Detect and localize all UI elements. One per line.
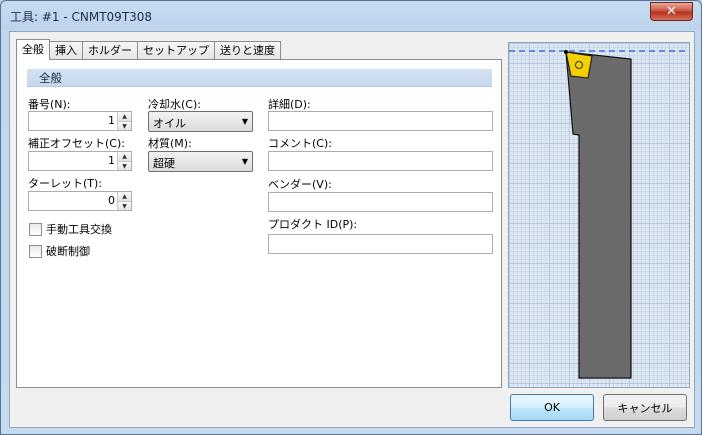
spin-down-icon[interactable]: ▼	[118, 161, 131, 170]
coolant-select[interactable]: オイル ▼	[148, 111, 253, 132]
coolant-value: オイル	[153, 117, 186, 130]
ok-button[interactable]: OK	[510, 394, 594, 421]
window-title: 工具: #1 - CNMT09T308	[10, 10, 153, 24]
material-select[interactable]: 超硬 ▼	[148, 151, 253, 172]
comp-offset-value: 1	[108, 154, 115, 167]
product-id-input[interactable]	[268, 234, 493, 254]
general-tab-panel: 全般 番号(N): 1 ▲ ▼ 補正オフセット(C): 1 ▲ ▼ ターレット(…	[16, 59, 502, 388]
material-label: 材質(M):	[148, 137, 192, 150]
detail-label: 詳細(D):	[268, 98, 311, 111]
material-value: 超硬	[153, 157, 175, 170]
tool-preview-drawing	[509, 50, 689, 379]
tab-feeds-speeds[interactable]: 送りと速度	[214, 41, 281, 60]
checkbox-icon[interactable]	[29, 222, 42, 236]
title-bar[interactable]: 工具: #1 - CNMT09T308 ✕	[1, 1, 701, 31]
manual-tool-change-label: 手動工具交換	[46, 223, 112, 236]
vendor-input[interactable]	[268, 192, 493, 212]
close-icon: ✕	[666, 4, 677, 19]
number-value: 1	[108, 114, 115, 127]
tool-preview	[508, 42, 690, 388]
coolant-label: 冷却水(C):	[148, 98, 201, 111]
breakage-control-label: 破断制御	[46, 245, 90, 258]
tool-dialog-window: 工具: #1 - CNMT09T308 ✕ 全般 挿入 ホルダー セットアップ …	[0, 0, 702, 435]
tab-general[interactable]: 全般	[16, 39, 50, 60]
vendor-label: ベンダー(V):	[268, 178, 332, 191]
number-spinner[interactable]: 1 ▲ ▼	[28, 111, 132, 131]
product-id-label: プロダクト ID(P):	[268, 218, 358, 231]
comp-offset-label: 補正オフセット(C):	[28, 137, 125, 150]
tab-holder[interactable]: ホルダー	[82, 41, 138, 60]
tab-strip: 全般 挿入 ホルダー セットアップ 送りと速度	[16, 39, 281, 60]
tool-holder-shape	[565, 51, 632, 379]
detail-input[interactable]	[268, 111, 493, 131]
tool-tip-point	[564, 50, 568, 54]
turret-label: ターレット(T):	[28, 177, 103, 190]
turret-spinner[interactable]: 0 ▲ ▼	[28, 191, 132, 211]
close-button[interactable]: ✕	[650, 2, 693, 21]
breakage-control-checkbox[interactable]: 破断制御	[29, 243, 90, 259]
turret-value: 0	[108, 194, 115, 207]
cancel-button[interactable]: キャンセル	[603, 394, 687, 421]
dialog-client-area: 全般 挿入 ホルダー セットアップ 送りと速度 全般 番号(N): 1 ▲ ▼ …	[9, 31, 695, 428]
manual-tool-change-checkbox[interactable]: 手動工具交換	[29, 221, 112, 237]
number-label: 番号(N):	[28, 98, 71, 111]
spin-down-icon[interactable]: ▼	[118, 121, 131, 130]
comp-offset-spinner[interactable]: 1 ▲ ▼	[28, 151, 132, 171]
checkbox-icon[interactable]	[29, 244, 42, 258]
spin-up-icon[interactable]: ▲	[118, 112, 131, 121]
comment-label: コメント(C):	[268, 137, 332, 150]
chevron-down-icon: ▼	[241, 157, 248, 166]
spin-down-icon[interactable]: ▼	[118, 201, 131, 210]
tab-setup[interactable]: セットアップ	[137, 41, 215, 60]
spin-up-icon[interactable]: ▲	[118, 192, 131, 201]
chevron-down-icon: ▼	[241, 117, 248, 126]
spin-up-icon[interactable]: ▲	[118, 152, 131, 161]
tab-insert[interactable]: 挿入	[49, 41, 83, 60]
comment-input[interactable]	[268, 151, 493, 171]
section-header-general: 全般	[27, 69, 492, 87]
